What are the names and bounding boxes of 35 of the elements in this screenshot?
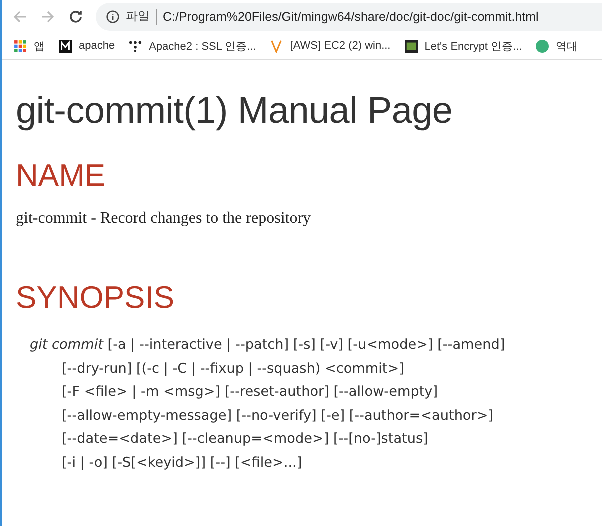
- apps-grid-icon: [14, 40, 27, 52]
- section-heading: NAME: [16, 158, 107, 194]
- synopsis-line: [--dry-run] [(-c | -C | --fixup | --squash) <commit>]: [62, 360, 404, 376]
- page-title: git-commit(1) Manual Page: [16, 90, 454, 132]
- v-logo-icon: [270, 40, 284, 52]
- bookmark-label: [AWS] EC2 (2) win...: [290, 40, 391, 52]
- synopsis-line: [--allow-empty-message] [--no-verify] [-e] [--author=<author>]: [62, 408, 494, 424]
- bookmark-label: Let's Encrypt 인증...: [424, 40, 522, 54]
- forward-icon[interactable]: [40, 8, 56, 24]
- url-text: C:/Program%20Files/Git/mingw64/share/doc/git-doc/git-commit.html: [163, 10, 539, 24]
- description-text: git-commit - Record changes to the repository: [16, 210, 312, 228]
- bookmark-label: Apache2 : SSL 인증...: [149, 40, 256, 54]
- bookmark[interactable]: Let's Encrypt 인증...: [404, 38, 522, 54]
- bookmark-label: 역대: [556, 40, 578, 54]
- bookmark[interactable]: [AWS] EC2 (2) win...: [270, 40, 391, 52]
- synopsis-line: [-i | -o] [-S[<keyid>]] [--] [<file>...]: [62, 454, 302, 470]
- reload-icon[interactable]: [68, 8, 84, 24]
- bookmark[interactable]: apache: [59, 40, 116, 52]
- bookmark[interactable]: 앱: [14, 38, 45, 54]
- info-icon: [106, 10, 120, 24]
- m-logo-icon: [59, 40, 72, 52]
- back-icon[interactable]: [12, 8, 28, 24]
- bookmark[interactable]: Apache2 : SSL 인증...: [129, 38, 256, 54]
- circle-logo-icon: [536, 40, 550, 52]
- section-heading: SYNOPSIS: [16, 280, 176, 316]
- bookmark-label: apache: [79, 40, 116, 52]
- address-bar[interactable]: 파일 C:/Program%20Files/Git/mingw64/share/doc/git-doc/git-commit.html: [96, 2, 602, 30]
- url-label: 파일: [126, 8, 150, 25]
- bookmark-label: 앱: [34, 40, 45, 54]
- synopsis-line: git commit [-a | --interactive | --patch] [-s] [-v] [-u<mode>] [--amend]: [30, 337, 506, 353]
- circuit-board-icon: [404, 40, 418, 52]
- synopsis-line: [--date=<date>] [--cleanup=<mode>] [--[no-]status]: [62, 431, 428, 447]
- dots-icon: [129, 40, 142, 52]
- synopsis-line: [-F <file> | -m <msg>] [--reset-author] [--allow-empty]: [62, 384, 438, 400]
- bookmark[interactable]: 역대: [536, 38, 578, 54]
